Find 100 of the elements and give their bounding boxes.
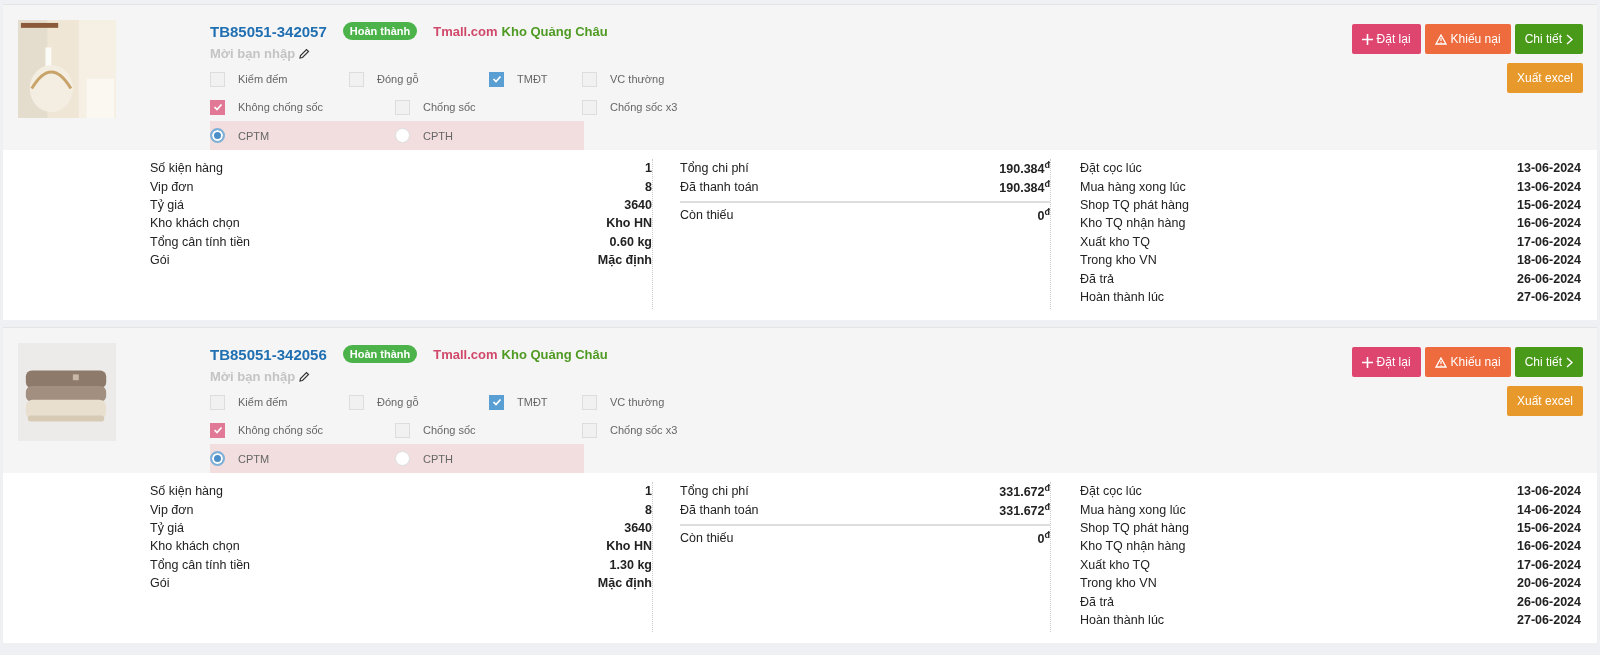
plus-icon [1361,356,1373,368]
timeline-label: Shop TQ phát hàng [1080,197,1189,212]
timeline-date: 26-06-2024 [1517,594,1581,609]
timeline-label: Đặt cọc lúc [1080,161,1142,176]
summary-value: 3640 [624,197,652,212]
option-label: TMĐT [517,73,548,85]
pencil-icon[interactable] [299,48,311,59]
timeline-label: Kho TQ nhận hàng [1080,216,1186,231]
summary-value: Kho HN [606,539,652,554]
timeline-date: 14-06-2024 [1517,502,1581,517]
timeline-label: Trong kho VN [1080,253,1157,268]
option-label: VC thường [610,73,665,85]
summary-label: Gói [150,576,170,591]
summary-label: Vip đơn [150,179,194,194]
option-label: Chống sốc [423,424,476,436]
timeline-label: Trong kho VN [1080,576,1157,591]
cost-value: 331.672$^{đ}$ [999,501,1050,518]
cost-value: 0$^{đ}$ [1037,529,1050,547]
timeline-label: Xuất kho TQ [1080,557,1150,572]
summary-value: 0.60 kg [609,234,652,249]
radio-button[interactable] [210,451,225,466]
timeline-date: 15-06-2024 [1517,197,1581,212]
cost-label: Tổng chi phí [680,161,749,176]
summary-value: Kho HN [606,216,652,231]
cost-label: Đã thanh toán [680,502,759,517]
pencil-icon[interactable] [299,371,311,382]
summary-label: Gói [150,253,170,268]
timeline-label: Shop TQ phát hàng [1080,520,1189,535]
store-name: Tmall.com [433,346,498,362]
complaint-button[interactable]: Khiếu nại [1424,347,1511,377]
summary-label: Vip đơn [150,502,194,517]
cost-value: 331.672$^{đ}$ [999,483,1050,500]
detail-button[interactable]: Chi tiết [1514,24,1583,54]
checkbox[interactable] [210,422,225,438]
summary-label: Số kiện hàng [150,161,223,176]
export-button[interactable]: Xuất excel [1506,63,1583,93]
status-badge: Hoàn thành [342,345,418,363]
status-badge: Hoàn thành [342,22,418,40]
complaint-button[interactable]: Khiếu nại [1424,24,1511,54]
plus-icon [1361,33,1373,45]
order-code[interactable]: TB85051-342056 [210,345,327,363]
cost-value: 190.384$^{đ}$ [999,160,1050,177]
timeline-label: Mua hàng xong lúc [1080,502,1186,517]
summary-value: Mặc định [597,253,652,268]
checkmark-icon [212,102,223,112]
timeline-date: 17-06-2024 [1517,234,1581,249]
cost-label: Đã thanh toán [680,179,759,194]
checkbox[interactable] [210,99,225,115]
export-button[interactable]: Xuất excel [1506,386,1583,416]
checkbox[interactable] [489,394,504,410]
option-label: Chống sốc x3 [610,424,678,436]
checkbox[interactable] [489,71,504,87]
chevron-right-icon [1566,33,1573,45]
timeline-date: 18-06-2024 [1517,253,1581,268]
option-label: Đóng gỗ [377,396,419,408]
order-code[interactable]: TB85051-342057 [210,22,327,40]
timeline-date: 17-06-2024 [1517,557,1581,572]
summary-value: 8 [645,179,652,194]
cost-label: Còn thiếu [680,530,734,545]
timeline-date: 15-06-2024 [1517,520,1581,535]
summary-label: Tổng cân tính tiền [150,557,251,572]
detail-button[interactable]: Chi tiết [1514,347,1583,377]
checkmark-icon [491,397,502,407]
radio-button[interactable] [210,128,225,143]
summary-label: Tổng cân tính tiền [150,234,251,249]
option-label: Kiểm đếm [238,396,288,408]
radio-button[interactable] [395,451,410,466]
option-label: Đóng gỗ [377,73,419,85]
cost-label: Còn thiếu [680,207,734,222]
reorder-button[interactable]: Đặt lại [1351,24,1421,54]
timeline-date: 26-06-2024 [1517,271,1581,286]
option-label: Chống sốc x3 [610,101,678,113]
summary-label: Kho khách chọn [150,539,240,554]
warning-icon [1434,356,1447,368]
summary-value: 1 [645,161,652,176]
warehouse-name: Kho Quảng Châu [501,23,608,39]
cost-value: 190.384$^{đ}$ [999,178,1050,195]
option-label: CPTM [238,452,270,465]
reorder-button[interactable]: Đặt lại [1351,347,1421,377]
option-label: Không chống sốc [238,101,323,113]
timeline-date: 27-06-2024 [1517,289,1581,304]
timeline-label: Đã trả [1080,271,1115,286]
option-label: Chống sốc [423,101,476,113]
timeline-date: 27-06-2024 [1517,612,1581,627]
warehouse-name: Kho Quảng Châu [501,346,608,362]
timeline-label: Kho TQ nhận hàng [1080,539,1186,554]
timeline-label: Đã trả [1080,594,1115,609]
checkmark-icon [491,74,502,84]
timeline-date: 13-06-2024 [1517,179,1581,194]
option-label: CPTH [423,452,453,465]
option-label: CPTH [423,129,453,142]
warning-icon [1434,33,1447,45]
cost-value: 0$^{đ}$ [1037,206,1050,224]
timeline-date: 13-06-2024 [1517,161,1581,176]
timeline-label: Đặt cọc lúc [1080,484,1142,499]
timeline-date: 20-06-2024 [1517,576,1581,591]
timeline-date: 16-06-2024 [1517,539,1581,554]
store-name: Tmall.com [433,23,498,39]
summary-label: Kho khách chọn [150,216,240,231]
radio-button[interactable] [395,128,410,143]
